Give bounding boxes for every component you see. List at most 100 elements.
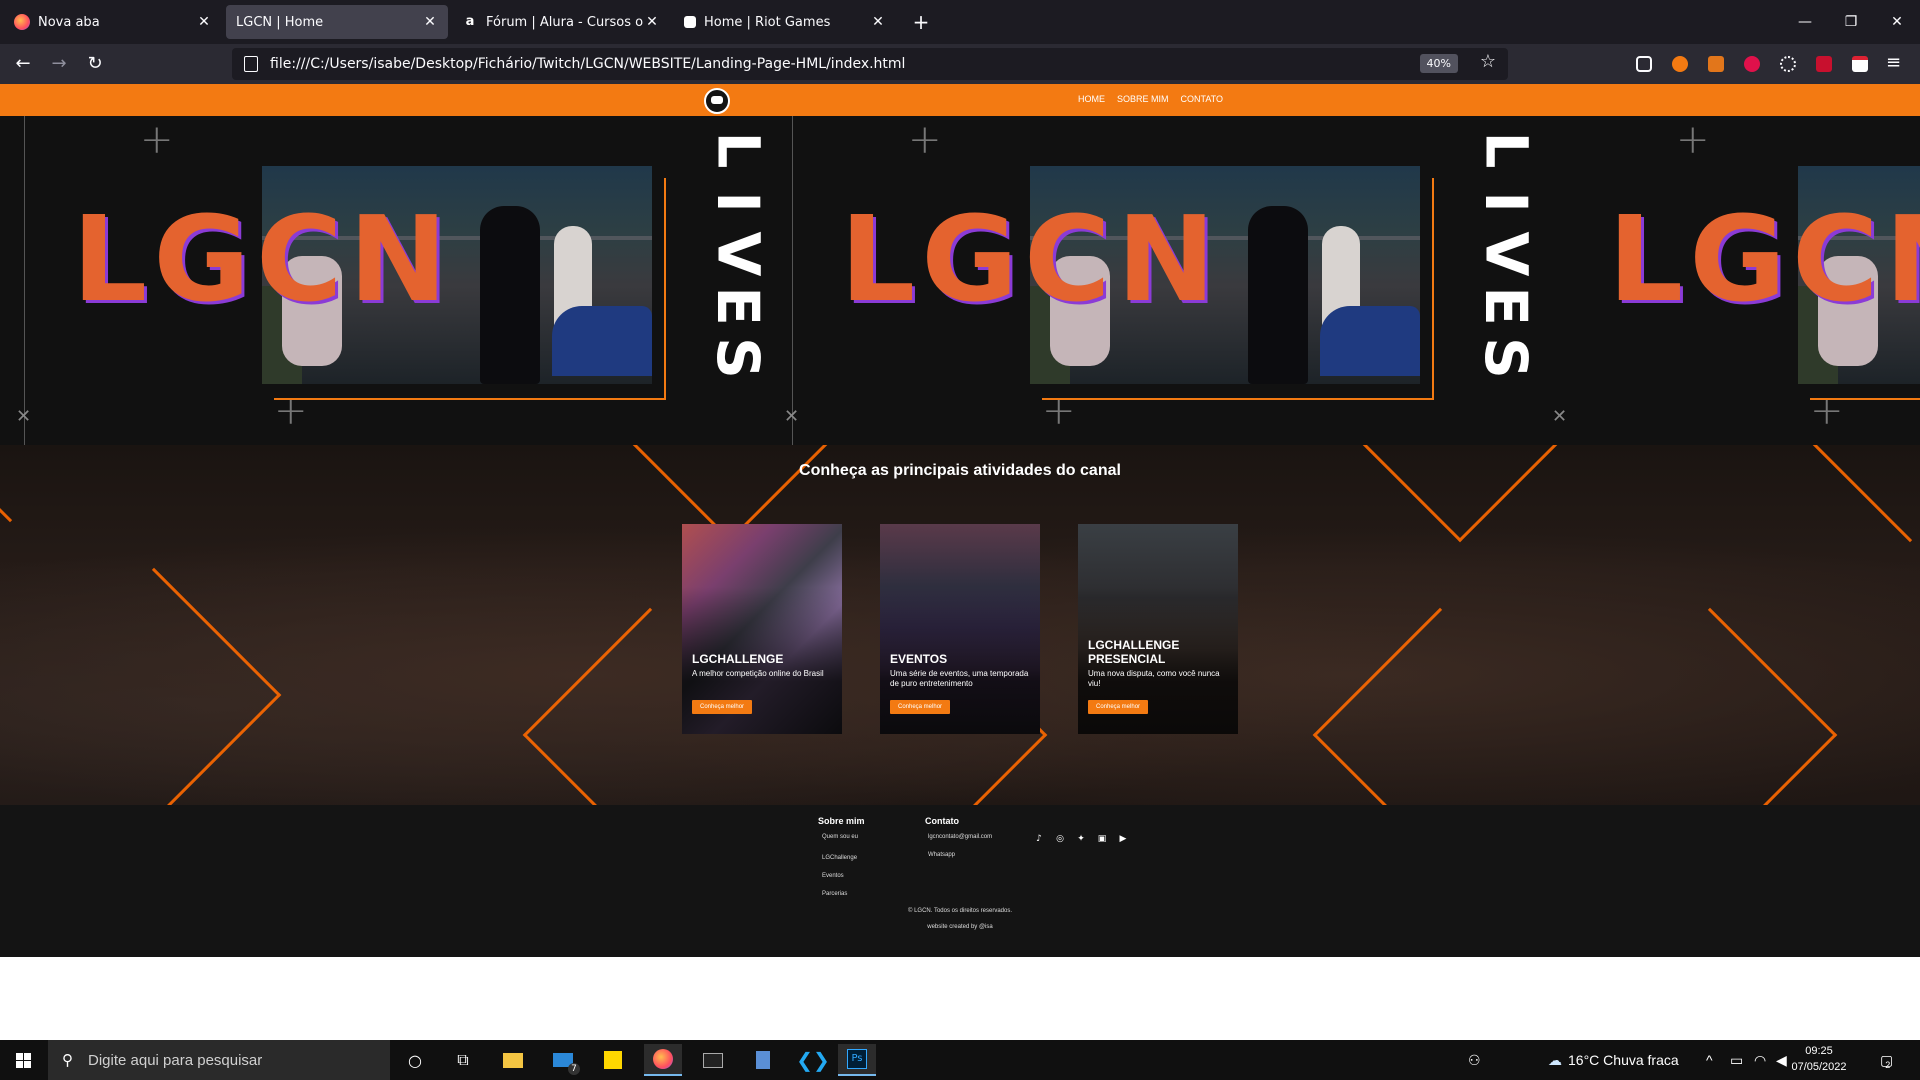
footer-link-quem-sou-eu[interactable]: Quem sou eu [822, 834, 862, 841]
twitter-icon[interactable]: ✦ [1076, 834, 1086, 844]
navigation-toolbar: ← → ↻ file:///C:/Users/isabe/Desktop/Fic… [0, 44, 1920, 84]
footer-credit: website created by @isa [927, 924, 993, 930]
cortana-icon[interactable]: ○ [396, 1044, 434, 1076]
footer-link-parcerias[interactable]: Parcerias [822, 891, 847, 898]
footer-link-email[interactable]: lgcncontato@gmail.com [928, 834, 992, 841]
fox-icon[interactable] [1708, 56, 1724, 72]
card-cta-button[interactable]: Conheça melhor [1088, 700, 1149, 714]
search-placeholder: Digite aqui para pesquisar [88, 1051, 263, 1069]
pocket-icon[interactable] [1636, 56, 1652, 72]
photoshop-icon[interactable]: Ps [838, 1044, 876, 1076]
task-view-icon[interactable]: ⧉ [444, 1044, 482, 1076]
lives-letter: I [1472, 191, 1540, 213]
people-icon[interactable]: ⚇ [1468, 1040, 1481, 1080]
divider [24, 116, 25, 445]
tab-riot-games[interactable]: Home | Riot Games ✕ [674, 5, 896, 39]
youtube-icon[interactable]: ▶ [1118, 834, 1128, 844]
nav-contato[interactable]: CONTATO [1181, 94, 1224, 104]
site-logo[interactable] [704, 88, 730, 114]
pin-ext-icon[interactable] [1816, 56, 1832, 72]
footer-contact-heading: Contato [925, 816, 959, 826]
close-tab-icon[interactable]: ✕ [196, 14, 212, 30]
weather-widget[interactable]: ☁ 16°C Chuva fraca [1548, 1040, 1679, 1080]
gear-ext-icon[interactable] [1780, 56, 1796, 72]
x-decoration: ✕ [16, 406, 32, 427]
mail-icon[interactable]: 7 [544, 1044, 582, 1076]
banner-lgcn-text: LGCN [72, 190, 454, 328]
lives-letter: S [704, 337, 772, 379]
taskbar-search[interactable]: ⚲ Digite aqui para pesquisar [48, 1040, 390, 1080]
instagram-icon[interactable]: ◎ [1055, 834, 1065, 844]
tab-title: Nova aba [38, 14, 100, 30]
card-cta-button[interactable]: Conheça melhor [890, 700, 951, 714]
sticky-notes-icon[interactable] [594, 1044, 632, 1076]
tiktok-icon[interactable]: ♪ [1034, 834, 1044, 844]
cloud-rain-icon: ☁ [1548, 1051, 1562, 1068]
site-header: HOME SOBRE MIM CONTATO [0, 84, 1920, 116]
minimize-icon[interactable]: — [1782, 0, 1828, 44]
forward-icon[interactable]: → [44, 50, 74, 78]
tab-title: Home | Riot Games [704, 14, 831, 30]
vscode-icon[interactable]: ❮❯ [794, 1044, 832, 1076]
tab-title: Fórum | Alura - Cursos online de [486, 14, 644, 30]
activities-section: Conheça as principais atividades do cana… [0, 445, 1920, 805]
footer-about-heading: Sobre mim [818, 816, 865, 826]
card-description: Uma série de eventos, uma temporada de p… [890, 669, 1029, 688]
nav-sobre-mim[interactable]: SOBRE MIM [1117, 94, 1169, 104]
page-viewport: HOME SOBRE MIM CONTATO + + ✕ LGCN L I V … [0, 84, 1920, 957]
card-title: LGCHALLENGE [692, 652, 784, 666]
card-title: LGCHALLENGE PRESENCIAL [1088, 638, 1180, 666]
banner-tile: + + ✕ LGCN L I V E S [0, 116, 793, 445]
address-bar[interactable]: file:///C:/Users/isabe/Desktop/Fichário/… [232, 48, 1508, 80]
file-explorer-icon[interactable] [494, 1044, 532, 1076]
lives-letter: L [1472, 131, 1540, 169]
windows-taskbar: ⚲ Digite aqui para pesquisar ○ ⧉ 7 ❮❯ Ps… [0, 1040, 1920, 1080]
close-tab-icon[interactable]: ✕ [870, 14, 886, 30]
lives-letter: E [704, 286, 772, 326]
card-description: A melhor competição online do Brasil [692, 669, 824, 678]
tab-strip: Nova aba ✕ LGCN | Home ✕ a Fórum | Alura… [0, 0, 1920, 44]
restore-icon[interactable]: ❐ [1828, 0, 1874, 44]
banner-tile: + + ✕ LGCN [1536, 116, 1920, 445]
footer-link-lgchallenge[interactable]: LGChallenge [822, 855, 857, 862]
reload-icon[interactable]: ↻ [80, 50, 110, 78]
bookmark-star-icon[interactable]: ☆ [1480, 51, 1496, 72]
tab-forum-alura[interactable]: a Fórum | Alura - Cursos online de ✕ [452, 5, 670, 39]
activity-card-eventos: EVENTOS Uma série de eventos, uma tempor… [880, 524, 1040, 734]
zoom-level[interactable]: 40% [1419, 54, 1458, 73]
start-button[interactable] [0, 1040, 48, 1080]
activity-card-presencial: LGCHALLENGE PRESENCIAL Uma nova disputa,… [1078, 524, 1238, 734]
footer-link-whatsapp[interactable]: Whatsapp [928, 852, 955, 859]
page-blank-area [0, 957, 1920, 1040]
banner-lgcn-text: LGCN [1608, 190, 1920, 328]
activities-title: Conheça as principais atividades do cana… [799, 462, 1121, 479]
banner-lives-text: L I V E S [1472, 124, 1540, 444]
calendar-ext-icon[interactable] [1852, 56, 1868, 72]
footer-link-eventos[interactable]: Eventos [822, 873, 844, 880]
back-icon[interactable]: ← [8, 50, 38, 78]
taskbar-clock[interactable]: 09:25 07/05/2022 [1786, 1043, 1852, 1075]
calculator-icon[interactable] [744, 1044, 782, 1076]
firefox-taskbar-icon[interactable] [644, 1044, 682, 1076]
card-cta-button[interactable]: Conheça melhor [692, 700, 753, 714]
nav-home[interactable]: HOME [1078, 94, 1105, 104]
wifi-icon[interactable]: ◠ [1754, 1040, 1766, 1080]
rss-icon[interactable] [1672, 56, 1688, 72]
show-hidden-icons[interactable]: ^ [1706, 1040, 1713, 1080]
close-window-icon[interactable]: ✕ [1874, 0, 1920, 44]
close-tab-icon[interactable]: ✕ [644, 14, 660, 30]
tab-lgcn-home[interactable]: LGCN | Home ✕ [226, 5, 448, 39]
hamburger-menu-icon[interactable]: ≡ [1886, 52, 1901, 73]
x-decoration: ✕ [784, 406, 800, 427]
meet-now-icon[interactable]: ▭ [1730, 1040, 1743, 1080]
tab-nova-aba[interactable]: Nova aba ✕ [4, 5, 222, 39]
twitch-icon[interactable]: ▣ [1097, 834, 1107, 844]
search-icon: ⚲ [62, 1052, 73, 1069]
abp-icon[interactable] [1744, 56, 1760, 72]
weather-text: 16°C Chuva fraca [1568, 1052, 1679, 1068]
new-tab-button[interactable]: + [907, 8, 935, 36]
notifications-icon[interactable]: ▢ 2 [1880, 1040, 1893, 1080]
mail-badge: 7 [568, 1063, 580, 1075]
close-tab-icon[interactable]: ✕ [422, 14, 438, 30]
terminal-icon[interactable] [694, 1044, 732, 1076]
